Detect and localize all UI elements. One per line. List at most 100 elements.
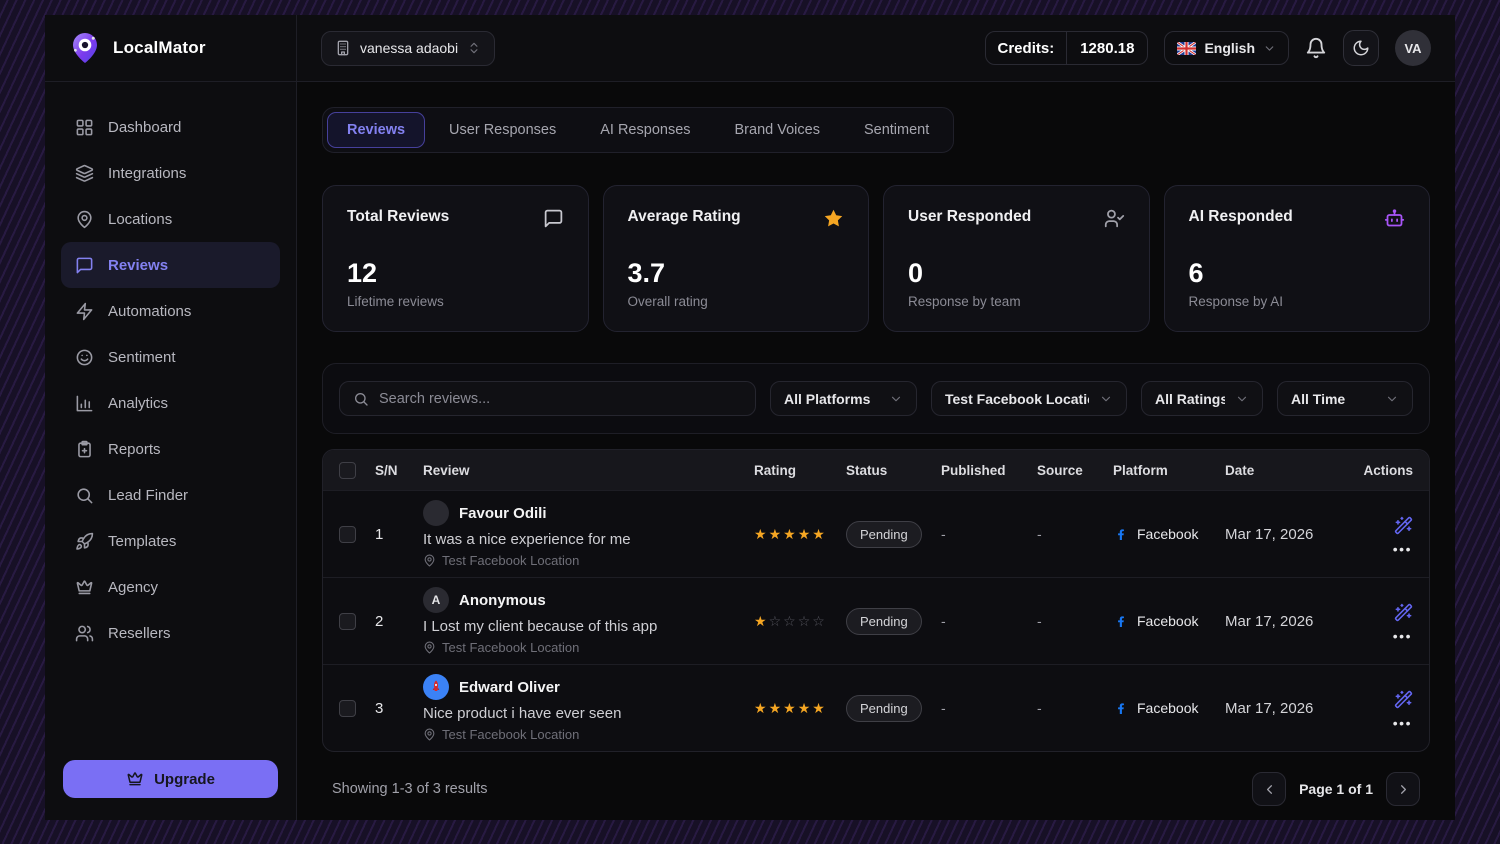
sidebar-item-reports[interactable]: Reports <box>61 426 280 472</box>
reviewer-avatar <box>423 500 449 526</box>
row-checkbox[interactable] <box>339 526 356 543</box>
ratings-value: All Ratings <box>1155 391 1225 407</box>
sidebar-item-integrations[interactable]: Integrations <box>61 150 280 196</box>
brand-name: LocalMator <box>113 38 206 58</box>
next-page-button[interactable] <box>1386 772 1420 806</box>
ai-wand-icon[interactable] <box>1393 603 1413 623</box>
sidebar-item-analytics[interactable]: Analytics <box>61 380 280 426</box>
time-dropdown[interactable]: All Time <box>1277 381 1413 416</box>
published-cell: - <box>941 700 1037 716</box>
ai-wand-icon[interactable] <box>1393 516 1413 536</box>
status-badge: Pending <box>846 695 922 722</box>
sidebar-item-label: Agency <box>108 579 158 596</box>
crown-icon <box>126 770 144 788</box>
tab-reviews[interactable]: Reviews <box>327 112 425 148</box>
sidebar-item-lead-finder[interactable]: Lead Finder <box>61 472 280 518</box>
brand-logo: LocalMator <box>45 15 296 82</box>
stat-subtitle: Response by team <box>908 294 1125 309</box>
review-text: Nice product i have ever seen <box>423 705 740 722</box>
grid-icon <box>75 118 94 137</box>
source-cell: - <box>1037 613 1113 629</box>
uk-flag-icon <box>1177 42 1196 55</box>
reviews-tabs: Reviews User Responses AI Responses Bran… <box>322 107 954 153</box>
date-cell: Mar 17, 2026 <box>1225 613 1357 630</box>
sidebar-item-templates[interactable]: Templates <box>61 518 280 564</box>
avatar-initials: VA <box>1404 41 1421 56</box>
search-input[interactable] <box>379 391 742 407</box>
reviews-table: S/N Review Rating Status Published Sourc… <box>322 449 1430 752</box>
status-cell: Pending <box>846 521 941 548</box>
stat-card-user-responded: User Responded 0 Response by team <box>883 185 1150 332</box>
star-icon: ★ <box>783 701 796 715</box>
tab-sentiment[interactable]: Sentiment <box>844 112 949 148</box>
stat-card-average-rating: Average Rating 3.7 Overall rating <box>603 185 870 332</box>
search-icon <box>353 391 369 407</box>
tab-brand-voices[interactable]: Brand Voices <box>715 112 840 148</box>
select-all-checkbox[interactable] <box>339 462 356 479</box>
reviews-page: Reviews User Responses AI Responses Bran… <box>297 82 1455 820</box>
review-location: Test Facebook Location <box>423 640 740 655</box>
map-pin-icon <box>423 728 436 741</box>
star-icon <box>823 208 844 229</box>
workspace-selector[interactable]: vanessa adaobi <box>321 31 495 66</box>
sidebar-item-dashboard[interactable]: Dashboard <box>61 104 280 150</box>
star-icon: ★ <box>783 527 796 541</box>
tab-ai-responses[interactable]: AI Responses <box>580 112 710 148</box>
sidebar-item-label: Templates <box>108 533 176 550</box>
bar-chart-icon <box>75 394 94 413</box>
status-badge: Pending <box>846 521 922 548</box>
language-selector[interactable]: English <box>1164 31 1289 65</box>
sidebar-item-reviews[interactable]: Reviews <box>61 242 280 288</box>
time-value: All Time <box>1291 391 1345 407</box>
row-checkbox[interactable] <box>339 613 356 630</box>
sidebar-item-automations[interactable]: Automations <box>61 288 280 334</box>
date-cell: Mar 17, 2026 <box>1225 526 1357 543</box>
chevrons-up-down-icon <box>467 41 481 55</box>
location-text: Test Facebook Location <box>442 553 579 568</box>
platform-name: Facebook <box>1137 613 1198 629</box>
star-icon: ☆ <box>798 614 811 628</box>
ai-wand-icon[interactable] <box>1393 690 1413 710</box>
reviewer-avatar <box>423 674 449 700</box>
status-cell: Pending <box>846 695 941 722</box>
actions-cell: ••• <box>1392 516 1413 553</box>
prev-page-button[interactable] <box>1252 772 1286 806</box>
tab-user-responses[interactable]: User Responses <box>429 112 576 148</box>
layers-icon <box>75 164 94 183</box>
row-checkbox[interactable] <box>339 700 356 717</box>
smile-icon <box>75 348 94 367</box>
rocket-icon <box>75 532 94 551</box>
app-window: LocalMator Dashboard Integrations Locati… <box>45 15 1455 820</box>
dark-mode-moon-icon[interactable] <box>1343 30 1379 66</box>
notifications-bell-icon[interactable] <box>1305 37 1327 59</box>
user-avatar[interactable]: VA <box>1395 30 1431 66</box>
platform-cell: Facebook <box>1113 700 1225 716</box>
table-header: S/N Review Rating Status Published Sourc… <box>323 450 1429 490</box>
star-icon: ★ <box>798 527 811 541</box>
sidebar-item-sentiment[interactable]: Sentiment <box>61 334 280 380</box>
stat-value: 12 <box>347 258 564 289</box>
actions-cell: ••• <box>1392 690 1413 727</box>
table-footer: Showing 1-3 of 3 results Page 1 of 1 <box>322 752 1430 806</box>
more-options-icon[interactable]: ••• <box>1392 719 1413 727</box>
sidebar-item-locations[interactable]: Locations <box>61 196 280 242</box>
rating-stars: ★☆☆☆☆ <box>754 614 846 628</box>
main-column: vanessa adaobi Credits: 1280.18 English <box>297 15 1455 820</box>
chevron-down-icon <box>1099 392 1113 406</box>
star-icon: ★ <box>754 701 767 715</box>
review-cell: Edward Oliver Nice product i have ever s… <box>423 674 754 742</box>
localmator-pin-icon <box>67 30 103 66</box>
sidebar-item-agency[interactable]: Agency <box>61 564 280 610</box>
sidebar-item-resellers[interactable]: Resellers <box>61 610 280 656</box>
ratings-dropdown[interactable]: All Ratings <box>1141 381 1263 416</box>
upgrade-button[interactable]: Upgrade <box>63 760 278 798</box>
map-pin-icon <box>423 554 436 567</box>
sidebar-item-label: Locations <box>108 211 172 228</box>
more-options-icon[interactable]: ••• <box>1392 632 1413 640</box>
platforms-dropdown[interactable]: All Platforms <box>770 381 917 416</box>
filter-bar: All Platforms Test Facebook Locatio All … <box>322 363 1430 434</box>
location-dropdown[interactable]: Test Facebook Locatio <box>931 381 1127 416</box>
stat-value: 6 <box>1189 258 1406 289</box>
col-sn: S/N <box>375 463 423 478</box>
more-options-icon[interactable]: ••• <box>1392 545 1413 553</box>
